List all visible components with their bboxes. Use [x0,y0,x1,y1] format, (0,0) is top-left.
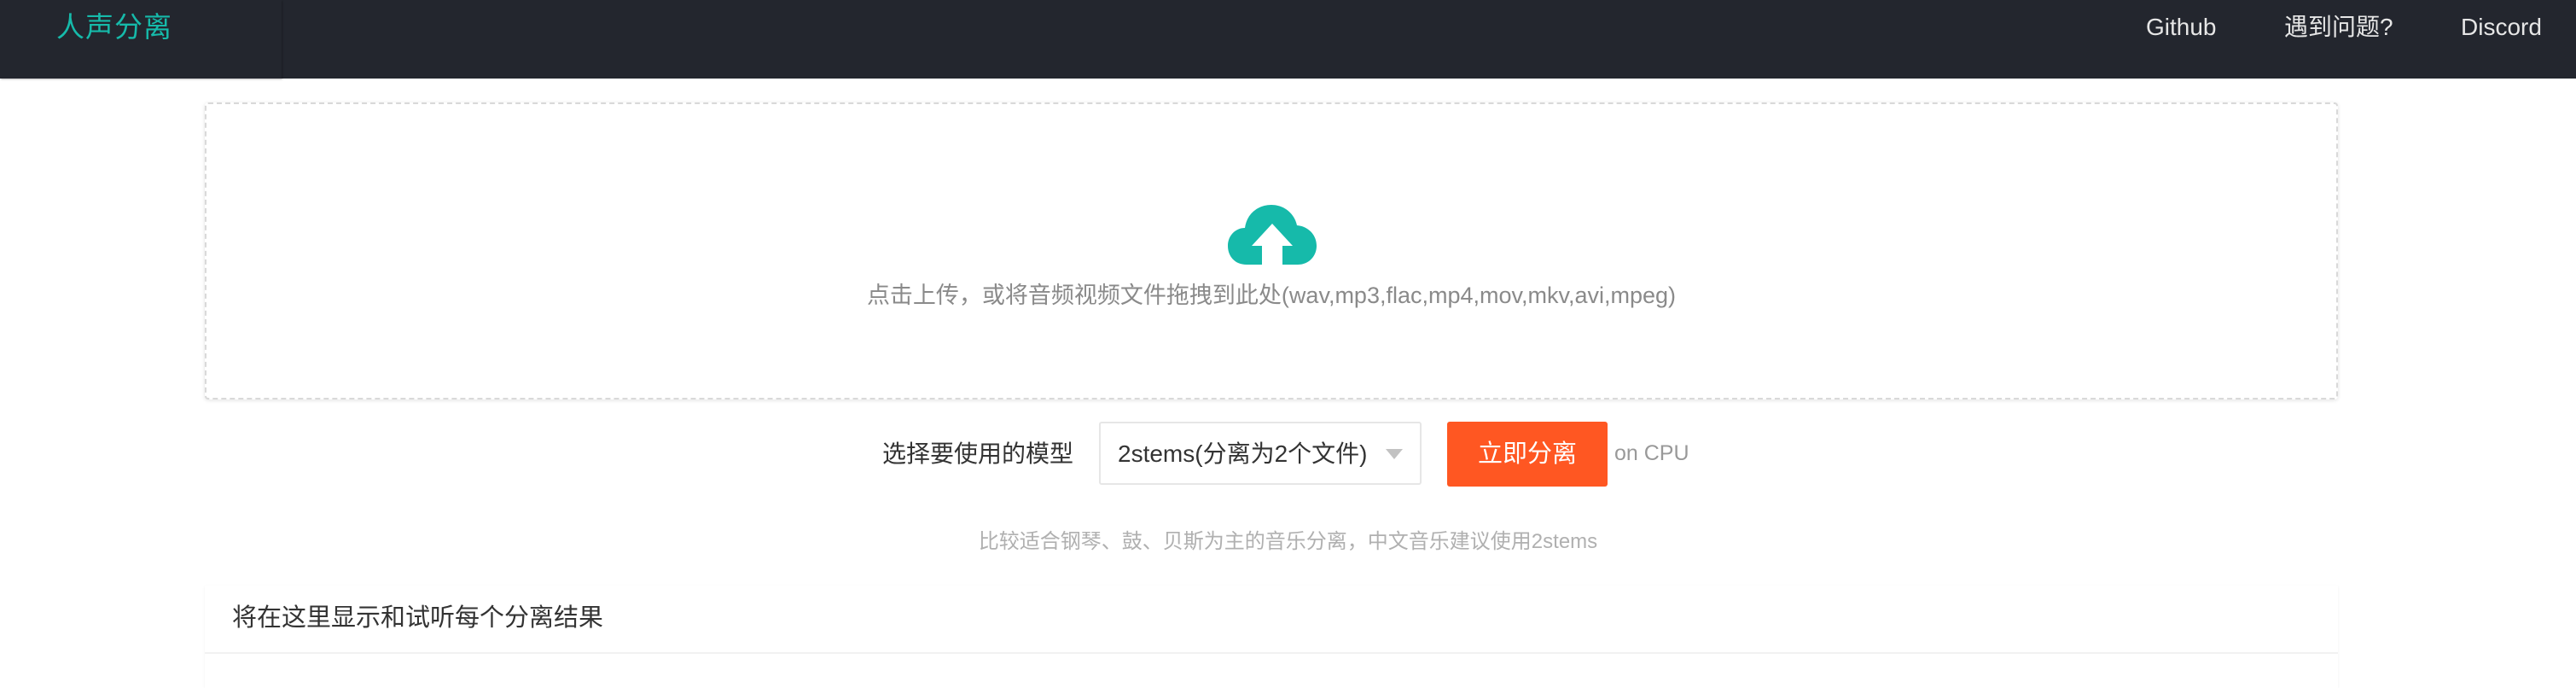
device-label: on CPU [1614,441,1689,465]
nav-help-link[interactable]: 遇到问题? [2284,9,2393,46]
model-select-value: 2stems(分离为2个文件) [1118,440,1368,467]
separate-now-button[interactable]: 立即分离 [1447,422,1608,487]
model-select-label: 选择要使用的模型 [882,440,1074,467]
results-title: 将在这里显示和试听每个分离结果 [232,604,604,632]
top-navbar: 人声分离 Github 遇到问题? Discord [0,0,2576,79]
upload-dropzone[interactable]: 点击上传，或将音频视频文件拖拽到此处(wav,mp3,flac,mp4,mov,… [205,102,2338,399]
model-description: 比较适合钢琴、鼓、贝斯为主的音乐分离，中文音乐建议使用2stems [978,530,1598,553]
cloud-upload-icon [1228,205,1317,265]
model-select[interactable]: 2stems(分离为2个文件) [1099,422,1422,485]
results-panel: 将在这里显示和试听每个分离结果 [205,586,2338,688]
brand-logo-text[interactable]: 人声分离 [56,9,172,46]
chevron-down-icon [1386,449,1403,459]
nav-discord-link[interactable]: Discord [2461,9,2542,46]
nav-github-link[interactable]: Github [2146,9,2217,46]
brand-block: 人声分离 [0,0,282,79]
upload-hint-text: 点击上传，或将音频视频文件拖拽到此处(wav,mp3,flac,mp4,mov,… [866,283,1677,308]
results-header: 将在这里显示和试听每个分离结果 [205,586,2338,654]
